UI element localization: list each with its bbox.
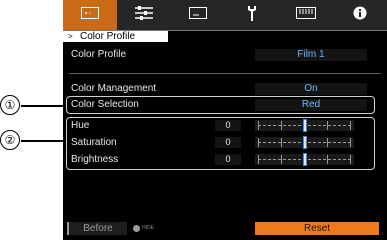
- breadcrumb: > Color Profile: [63, 31, 168, 42]
- color-profile-value[interactable]: Film 1: [255, 49, 367, 61]
- color-management-value[interactable]: On: [255, 83, 367, 95]
- before-button[interactable]: Before: [67, 222, 127, 235]
- slider-tick: [258, 138, 259, 147]
- slider-tick: [327, 138, 328, 147]
- color-profile-label: Color Profile: [71, 49, 127, 60]
- hue-value[interactable]: 0: [215, 120, 241, 131]
- page-title: Color Profile: [80, 31, 136, 42]
- brightness-value[interactable]: 0: [215, 154, 241, 165]
- tab-function[interactable]: [279, 0, 333, 30]
- slider-tick: [258, 155, 259, 164]
- hue-slider[interactable]: [255, 120, 354, 131]
- slider-tick: [281, 121, 282, 130]
- color-management-label: Color Management: [71, 83, 157, 94]
- saturation-slider[interactable]: [255, 137, 354, 148]
- function-icon: [296, 6, 316, 24]
- slider-thumb[interactable]: [303, 154, 306, 165]
- slider-tick: [350, 138, 351, 147]
- slider-tick: [281, 138, 282, 147]
- color-management-row[interactable]: Color Management On: [63, 82, 387, 96]
- display-setup-icon: [189, 6, 207, 24]
- slider-tick: [350, 155, 351, 164]
- color-selection-label: Color Selection: [71, 99, 139, 110]
- tab-input-settings[interactable]: [117, 0, 171, 30]
- slider-tick: [327, 121, 328, 130]
- projector-menu-screen: > Color Profile Color Profile Film 1 Colo…: [63, 0, 387, 240]
- information-icon: [353, 6, 367, 25]
- callout-1-line: [21, 105, 66, 107]
- hide-toggle-icon[interactable]: [133, 225, 140, 232]
- saturation-label: Saturation: [71, 137, 117, 148]
- tab-information[interactable]: [333, 0, 387, 30]
- color-selection-value[interactable]: Red: [255, 99, 367, 111]
- slider-thumb[interactable]: [303, 137, 306, 148]
- saturation-row[interactable]: Saturation 0: [63, 136, 387, 150]
- input-settings-icon: [135, 5, 153, 25]
- callout-1: ①: [0, 95, 20, 115]
- tab-installation[interactable]: [225, 0, 279, 30]
- color-selection-row[interactable]: Color Selection Red: [63, 98, 387, 112]
- brightness-label: Brightness: [71, 154, 119, 165]
- menu-tab-bar: [63, 0, 387, 30]
- slider-tick: [281, 155, 282, 164]
- brightness-row[interactable]: Brightness 0: [63, 153, 387, 167]
- brightness-slider[interactable]: [255, 154, 354, 165]
- tab-display-setup[interactable]: [171, 0, 225, 30]
- picture-adjust-icon: [81, 6, 99, 24]
- installation-wrench-icon: [247, 5, 257, 26]
- slider-tick: [258, 121, 259, 130]
- hue-label: Hue: [71, 120, 90, 131]
- callout-2: ②: [0, 130, 20, 150]
- saturation-value[interactable]: 0: [215, 137, 241, 148]
- tab-picture-adjust[interactable]: [63, 0, 117, 30]
- hide-label: HIDE: [142, 225, 154, 231]
- section-divider: [69, 73, 381, 74]
- slider-tick: [327, 155, 328, 164]
- callout-2-line: [21, 140, 66, 142]
- hue-row[interactable]: Hue 0: [63, 119, 387, 133]
- slider-tick: [350, 121, 351, 130]
- breadcrumb-arrow: >: [68, 32, 73, 41]
- reset-button[interactable]: Reset: [255, 222, 379, 235]
- color-profile-row[interactable]: Color Profile Film 1: [63, 48, 387, 62]
- slider-thumb[interactable]: [303, 120, 306, 131]
